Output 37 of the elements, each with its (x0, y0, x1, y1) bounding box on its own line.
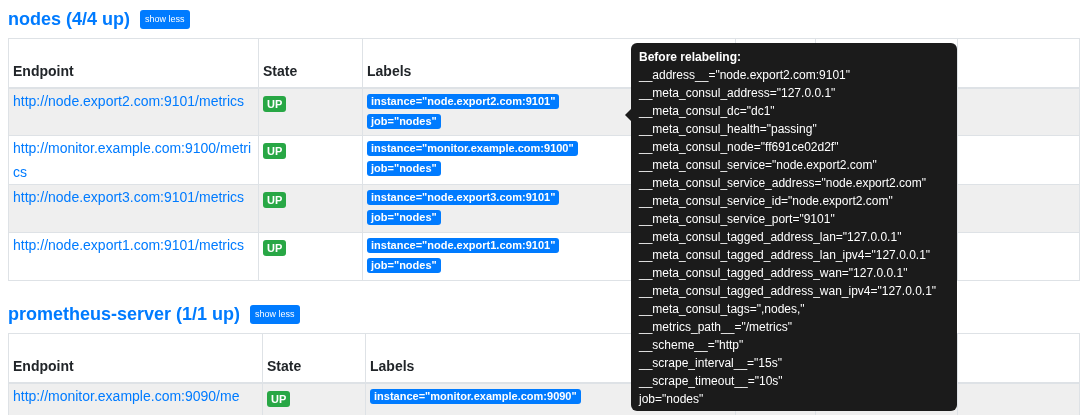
label-badge: instance="node.export3.com:9101" (367, 190, 560, 205)
label-badge: instance="monitor.example.com:9090" (370, 388, 581, 404)
column-header: Endpoint (8, 333, 263, 383)
state-badge: UP (267, 390, 291, 407)
tooltip-line: __meta_consul_tags=",nodes," (639, 301, 806, 318)
state-badge: UP (263, 240, 287, 256)
tooltip-line: __meta_consul_service="node.export2.com" (639, 157, 878, 174)
tooltip-line: __meta_consul_dc="dc1" (639, 103, 776, 120)
label-badge: instance="node.export1.com:9101" (367, 238, 560, 253)
label-badge: job="nodes" (367, 258, 441, 273)
label-badge: job="nodes" (367, 113, 441, 129)
show-less-button[interactable]: show less (140, 9, 190, 29)
tooltip-line: __meta_consul_health="passing" (639, 121, 818, 138)
label-badge: instance="monitor.example.com:9100" (367, 141, 578, 156)
tooltip-line: __meta_consul_tagged_address_wan="127.0.0.1" (639, 265, 909, 282)
tooltip-line: __meta_consul_node="ff691ce02d2f" (639, 139, 840, 156)
state-badge: UP (263, 95, 287, 112)
show-less-button[interactable]: show less (250, 304, 300, 324)
tooltip-line: __meta_consul_address="127.0.0.1" (639, 85, 837, 102)
tooltip-line: __meta_consul_service_port="9101" (639, 211, 836, 228)
tooltip-line: __metrics_path__="/metrics" (639, 319, 793, 336)
tooltip-line: __meta_consul_service_id="node.export2.com" (639, 193, 894, 210)
column-header: State (258, 38, 363, 88)
job-title[interactable]: nodes (4/4 up) (8, 5, 130, 33)
label-badge: instance="node.export2.com:9101" (367, 93, 560, 109)
tooltip-line: __meta_consul_tagged_address_wan_ipv4="127.0.0.1" (639, 283, 938, 300)
tooltip-line: __meta_consul_tagged_address_lan="127.0.0.1" (639, 229, 903, 246)
job-title[interactable]: prometheus-server (1/1 up) (8, 300, 241, 328)
tooltip-line: __meta_consul_service_address="node.export2.com" (639, 175, 928, 192)
column-header: Endpoint (8, 38, 259, 88)
label-badge: job="nodes" (367, 210, 441, 225)
tooltip-line: __meta_consul_tagged_address_lan_ipv4="127.0.0.1" (639, 247, 932, 264)
state-badge: UP (263, 192, 287, 208)
column-header: State (262, 333, 366, 383)
label-badge: job="nodes" (367, 161, 441, 176)
tooltip-line: job="nodes" (639, 391, 705, 408)
state-badge: UP (263, 143, 287, 159)
